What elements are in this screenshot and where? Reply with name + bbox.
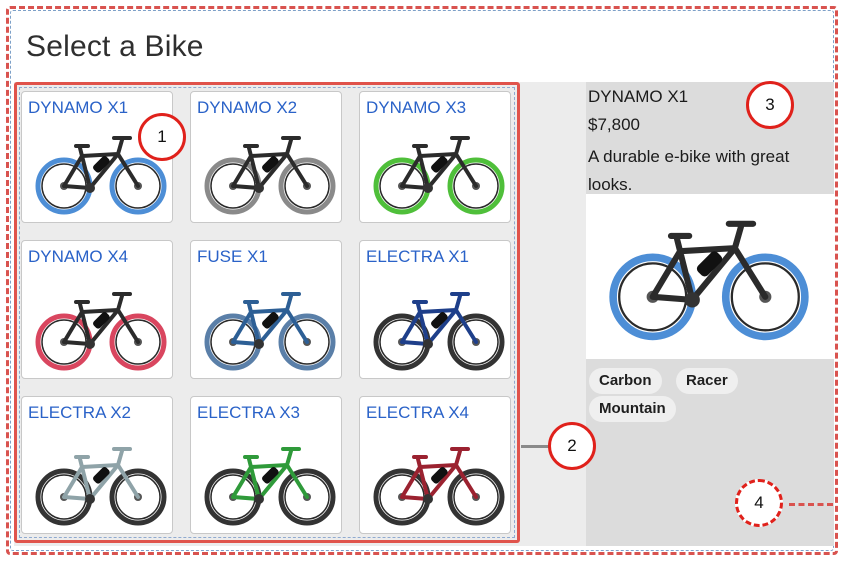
tag-pill: Carbon <box>589 368 662 394</box>
detail-bike-price: $7,800 <box>588 115 640 134</box>
bike-image <box>204 292 336 371</box>
bike-image <box>35 447 167 526</box>
bike-tile-name: DYNAMO X2 <box>197 98 298 117</box>
callout-4: 4 <box>735 479 783 527</box>
bike-tile[interactable]: DYNAMO X3 <box>359 91 511 223</box>
tag-pill: Mountain <box>589 396 676 422</box>
bike-tile-name: FUSE X1 <box>197 247 268 266</box>
callout-4-connector <box>789 503 833 506</box>
bike-image <box>373 292 505 371</box>
bike-image <box>35 292 167 371</box>
bike-tile-name: DYNAMO X3 <box>366 98 467 117</box>
bike-tile[interactable]: ELECTRA X4 <box>359 396 511 534</box>
bike-tile-name: ELECTRA X4 <box>366 403 469 422</box>
bike-detail-header: DYNAMO X1 $7,800 A durable e-bike with g… <box>586 82 834 194</box>
bike-image <box>373 136 505 215</box>
bike-image <box>204 136 336 215</box>
detail-bike-image <box>586 194 834 359</box>
bike-tile[interactable]: FUSE X1 <box>190 240 342 379</box>
callout-2-connector <box>521 445 549 448</box>
bike-detail-panel: DYNAMO X1 $7,800 A durable e-bike with g… <box>586 82 834 546</box>
bike-tile-name: ELECTRA X1 <box>366 247 469 266</box>
bike-tile-name: ELECTRA X2 <box>28 403 131 422</box>
bike-tile-name: DYNAMO X4 <box>28 247 129 266</box>
detail-bike-description: A durable e-bike with great looks. <box>588 147 790 194</box>
page-title: Select a Bike <box>26 30 204 63</box>
bike-image <box>204 447 336 526</box>
bike-tile[interactable]: ELECTRA X1 <box>359 240 511 379</box>
bike-tile-name: DYNAMO X1 <box>28 98 129 117</box>
bike-image <box>373 447 505 526</box>
bike-tile[interactable]: ELECTRA X3 <box>190 396 342 534</box>
bike-image-large <box>609 220 809 341</box>
bike-tile[interactable]: ELECTRA X2 <box>21 396 173 534</box>
detail-bike-name: DYNAMO X1 <box>588 87 689 106</box>
callout-3: 3 <box>746 81 794 129</box>
callout-2: 2 <box>548 422 596 470</box>
bike-tile[interactable]: DYNAMO X4 <box>21 240 173 379</box>
bike-tile-name: ELECTRA X3 <box>197 403 300 422</box>
tag-pill: Racer <box>676 368 738 394</box>
bike-tile[interactable]: DYNAMO X2 <box>190 91 342 223</box>
callout-1: 1 <box>138 113 186 161</box>
